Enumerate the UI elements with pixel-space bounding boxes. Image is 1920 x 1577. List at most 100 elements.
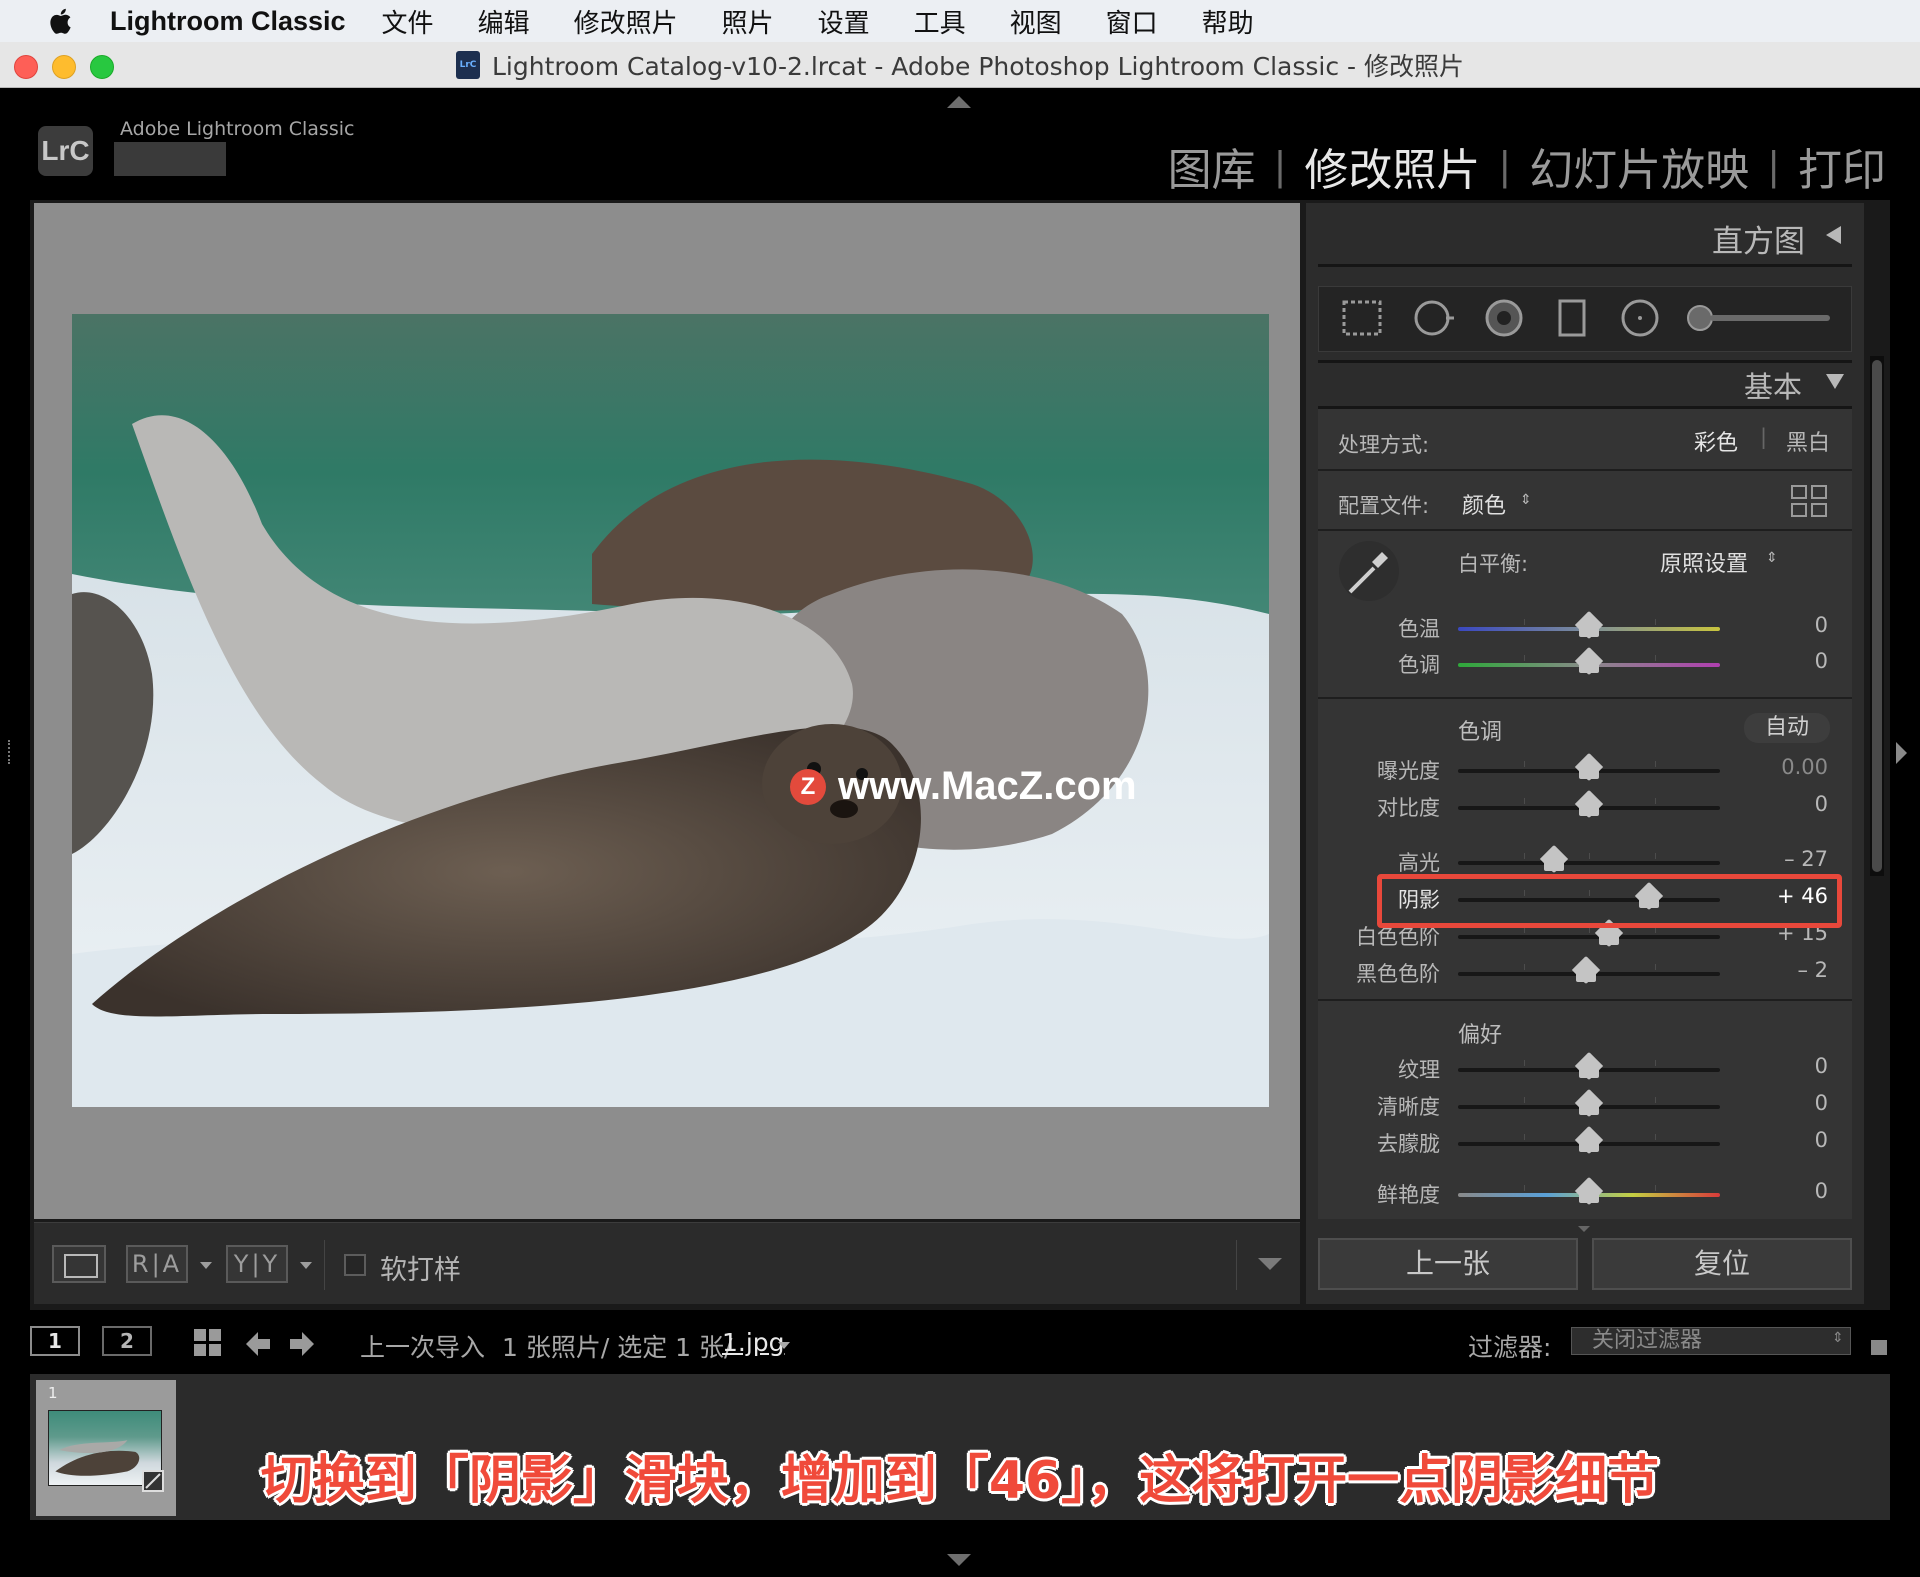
secondary-window-button[interactable]: 2 [102,1326,152,1356]
soft-proof-label: 软打样 [380,1255,461,1286]
menu-help[interactable]: 帮助 [1202,3,1254,40]
catalog-doc-icon: LrC [455,50,480,79]
menu-edit[interactable]: 编辑 [478,3,530,40]
slider-value-vibrance[interactable]: 0 [1748,1179,1828,1203]
viewer-toolbar [34,1222,1300,1304]
tutorial-caption: 切换到「阴影」滑块，增加到「46」，这将打开一点阴影细节 [260,1451,1660,1511]
treatment-color-option[interactable]: 彩色 [1694,425,1738,457]
spot-removal-tool-icon[interactable] [1412,298,1456,338]
histogram-collapse-icon[interactable] [1826,226,1841,244]
presence-section-title: 偏好 [1458,1023,1503,1048]
thumbnail-index: 1 [48,1384,58,1402]
red-eye-tool-icon[interactable] [1482,298,1526,338]
slider-value-dehaze[interactable]: 0 [1748,1128,1828,1152]
panel-scrollbar[interactable] [1870,356,1884,876]
profile-dropdown[interactable]: 颜色 [1462,488,1506,520]
histogram-title[interactable]: 直方图 [1712,216,1805,261]
wb-eyedropper-icon[interactable] [1338,540,1400,602]
profile-label: 配置文件: [1338,494,1430,518]
right-panel-toggle-icon[interactable] [1896,742,1907,764]
slider-value-texture[interactable]: 0 [1748,1054,1828,1078]
module-slideshow[interactable]: 幻灯片放映 [1529,134,1749,198]
menu-view[interactable]: 视图 [1010,3,1062,40]
soft-proof-checkbox[interactable] [344,1254,366,1276]
previous-settings-button[interactable]: 上一张 [1318,1238,1578,1290]
lrc-logo: LrC [38,126,93,176]
filter-dropdown-arrow-icon[interactable]: ⇕ [1832,1330,1844,1346]
slider-label-clarity: 清晰度 [1377,1095,1440,1119]
menu-develop[interactable]: 修改照片 [574,3,678,40]
toolbar-menu-icon[interactable] [1258,1258,1282,1270]
grid-view-icon[interactable] [194,1329,222,1357]
zoom-window-button[interactable] [90,55,114,79]
slider-value-temp[interactable]: 0 [1748,613,1828,637]
wb-dropdown-arrow-icon[interactable]: ⇕ [1766,550,1778,566]
watermark: Z www.MacZ.com [790,764,1137,809]
wb-dropdown[interactable]: 原照设置 [1660,546,1748,578]
slider-label-contrast: 对比度 [1377,796,1440,820]
main-window-button[interactable]: 1 [30,1326,80,1356]
filmstrip-source[interactable]: 上一次导入 [360,1328,485,1364]
module-picker: 图库 | 修改照片 | 幻灯片放映 | 打印 [1168,134,1886,198]
slider-label-temp: 色温 [1398,617,1440,641]
forward-arrow-icon[interactable] [288,1330,316,1358]
photo-seals[interactable] [72,314,1269,1107]
back-arrow-icon[interactable] [244,1330,272,1358]
slider-label-texture: 纹理 [1398,1058,1440,1082]
watermark-logo-icon: Z [790,768,826,805]
loupe-view-button[interactable] [52,1245,106,1283]
filter-label: 过滤器: [1468,1333,1552,1362]
bottom-panel-toggle-icon[interactable] [947,1554,971,1566]
filmstrip-filename[interactable]: 1.jpg [722,1328,785,1357]
filter-lock-icon[interactable] [1870,1330,1888,1356]
profile-browser-icon[interactable] [1790,484,1828,518]
filename-dropdown-icon[interactable] [778,1342,790,1349]
menu-window[interactable]: 窗口 [1106,3,1158,40]
left-panel-toggle-icon[interactable] [8,740,16,764]
menu-photo[interactable]: 照片 [722,3,774,40]
slider-value-exposure[interactable]: 0.00 [1748,755,1828,779]
before-after-button[interactable]: R|A [126,1245,188,1283]
before-after-dropdown-icon[interactable] [200,1262,212,1269]
reset-button[interactable]: 复位 [1592,1238,1852,1290]
close-window-button[interactable] [14,55,38,79]
slider-value-highlights[interactable]: – 27 [1748,847,1828,871]
radial-filter-tool-icon[interactable] [1618,298,1662,338]
auto-tone-button[interactable]: 自动 [1744,713,1830,743]
basic-collapse-icon[interactable] [1826,374,1844,389]
apple-icon[interactable] [36,6,84,36]
slider-value-blacks[interactable]: – 2 [1748,958,1828,982]
basic-panel-title[interactable]: 基本 [1744,364,1802,406]
window-title: Lightroom Catalog-v10-2.lrcat - Adobe Ph… [491,51,1464,81]
graduated-filter-tool-icon[interactable] [1550,298,1594,338]
slider-track-whites[interactable] [1458,935,1720,939]
slider-track-highlights[interactable] [1458,861,1720,865]
profile-dropdown-arrow-icon[interactable]: ⇕ [1520,492,1532,508]
menu-settings[interactable]: 设置 [818,3,870,40]
adjustment-brush-tool-icon[interactable] [1686,298,1836,338]
menu-bar: Lightroom Classic 文件 编辑 修改照片 照片 设置 工具 视图… [0,0,1920,42]
module-print[interactable]: 打印 [1798,134,1886,198]
app-name-menu[interactable]: Lightroom Classic [110,6,346,37]
slider-label-vibrance: 鲜艳度 [1377,1183,1440,1207]
module-develop[interactable]: 修改照片 [1304,134,1480,198]
panel-end-marker-icon [1578,1226,1590,1232]
slider-label-tint: 色调 [1398,653,1440,677]
minimize-window-button[interactable] [52,55,76,79]
before-after-swap-button[interactable]: Y|Y [226,1245,288,1283]
slider-value-tint[interactable]: 0 [1748,649,1828,673]
bottom-band [0,1520,1920,1577]
menu-file[interactable]: 文件 [382,3,434,40]
slider-value-clarity[interactable]: 0 [1748,1091,1828,1115]
slider-label-exposure: 曝光度 [1377,759,1440,783]
crop-tool-icon[interactable] [1340,298,1384,338]
treatment-bw-option[interactable]: 黑白 [1786,425,1830,457]
menu-tools[interactable]: 工具 [914,3,966,40]
slider-value-contrast[interactable]: 0 [1748,792,1828,816]
treatment-label: 处理方式: [1338,433,1430,457]
module-library[interactable]: 图库 [1168,134,1256,198]
swap-dropdown-icon[interactable] [300,1262,312,1269]
top-panel-toggle-icon[interactable] [947,96,971,108]
filmstrip-count: 1 张照片/ 选定 1 张/ [502,1333,733,1362]
filter-dropdown[interactable]: 关闭过滤器 [1571,1327,1851,1355]
